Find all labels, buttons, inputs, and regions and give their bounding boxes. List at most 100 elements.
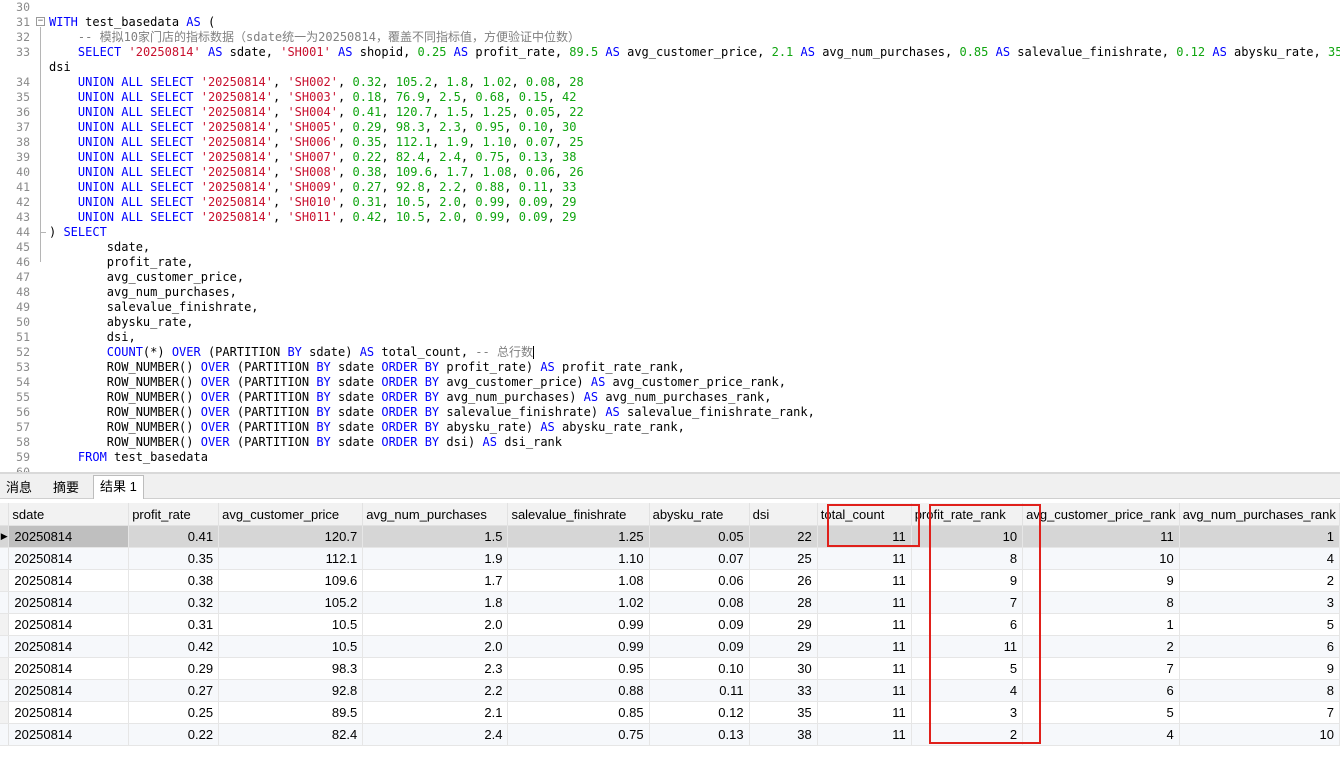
table-row[interactable]: 20250814 0.35 112.1 1.9 1.10 0.07 25 11 8 10 4 bbox=[0, 547, 1340, 570]
code-line[interactable]: 58 ROW_NUMBER() OVER (PARTITION BY sdate… bbox=[0, 435, 1340, 450]
table-cell[interactable]: 82.4 bbox=[218, 723, 364, 746]
table-cell[interactable]: 0.75 bbox=[507, 723, 650, 746]
code-line[interactable]: 53 ROW_NUMBER() OVER (PARTITION BY sdate… bbox=[0, 360, 1340, 375]
table-cell[interactable]: 7 bbox=[911, 591, 1024, 614]
table-cell[interactable]: 20250814 bbox=[8, 723, 130, 746]
table-cell[interactable]: 105.2 bbox=[218, 591, 364, 614]
table-cell[interactable]: 20250814 bbox=[8, 547, 130, 570]
row-header[interactable] bbox=[0, 701, 10, 724]
column-header-dsi[interactable]: dsi bbox=[749, 503, 818, 526]
code-line[interactable]: 39 UNION ALL SELECT '20250814', 'SH007',… bbox=[0, 150, 1340, 165]
table-cell[interactable]: 0.05 bbox=[649, 525, 750, 548]
table-row[interactable]: ▶ 20250814 0.41 120.7 1.5 1.25 0.05 22 11 10 11 1 bbox=[0, 525, 1340, 548]
table-cell[interactable]: 9 bbox=[1179, 657, 1340, 680]
code-line[interactable]: 45 sdate, bbox=[0, 240, 1340, 255]
code-line[interactable]: 36 UNION ALL SELECT '20250814', 'SH004',… bbox=[0, 105, 1340, 120]
code-line[interactable]: 60 bbox=[0, 465, 1340, 472]
table-cell[interactable]: 1.5 bbox=[362, 525, 509, 548]
table-cell[interactable]: 1.7 bbox=[362, 569, 509, 592]
table-cell[interactable]: 1.08 bbox=[507, 569, 650, 592]
table-cell[interactable]: 9 bbox=[911, 569, 1024, 592]
table-cell[interactable]: 2 bbox=[911, 723, 1024, 746]
table-row[interactable]: 20250814 0.25 89.5 2.1 0.85 0.12 35 11 3 5 7 bbox=[0, 701, 1340, 724]
table-cell[interactable]: 3 bbox=[911, 701, 1024, 724]
table-cell[interactable]: 0.10 bbox=[649, 657, 750, 680]
row-header[interactable] bbox=[0, 679, 10, 702]
row-header[interactable] bbox=[0, 569, 10, 592]
table-cell[interactable]: 1.10 bbox=[507, 547, 650, 570]
table-cell[interactable]: 0.99 bbox=[507, 613, 650, 636]
fold-toggle-icon[interactable]: − bbox=[36, 17, 45, 26]
table-cell[interactable]: 2 bbox=[1022, 635, 1180, 658]
code-line[interactable]: 49 salevalue_finishrate, bbox=[0, 300, 1340, 315]
table-cell[interactable]: 11 bbox=[817, 679, 912, 702]
table-cell[interactable]: 98.3 bbox=[218, 657, 364, 680]
table-cell[interactable]: 20250814 bbox=[8, 613, 130, 636]
table-cell[interactable]: 1 bbox=[1179, 525, 1340, 548]
table-cell[interactable]: 10.5 bbox=[218, 613, 364, 636]
code-line[interactable]: 35 UNION ALL SELECT '20250814', 'SH003',… bbox=[0, 90, 1340, 105]
table-cell[interactable]: 11 bbox=[817, 635, 912, 658]
code-line[interactable]: 56 ROW_NUMBER() OVER (PARTITION BY sdate… bbox=[0, 405, 1340, 420]
table-cell[interactable]: 109.6 bbox=[218, 569, 364, 592]
table-row[interactable]: 20250814 0.22 82.4 2.4 0.75 0.13 38 11 2 4 10 bbox=[0, 723, 1340, 746]
table-cell[interactable]: 0.41 bbox=[128, 525, 220, 548]
table-cell[interactable]: 11 bbox=[817, 591, 912, 614]
table-cell[interactable]: 0.95 bbox=[507, 657, 650, 680]
row-header[interactable] bbox=[0, 613, 10, 636]
code-line[interactable]: 43 UNION ALL SELECT '20250814', 'SH011',… bbox=[0, 210, 1340, 225]
table-cell[interactable]: 33 bbox=[749, 679, 818, 702]
table-cell[interactable]: 4 bbox=[1022, 723, 1180, 746]
table-cell[interactable]: 0.07 bbox=[649, 547, 750, 570]
table-cell[interactable]: 2.0 bbox=[362, 613, 509, 636]
table-cell[interactable]: 1 bbox=[1022, 613, 1180, 636]
code-line[interactable]: 41 UNION ALL SELECT '20250814', 'SH009',… bbox=[0, 180, 1340, 195]
code-line[interactable]: 37 UNION ALL SELECT '20250814', 'SH005',… bbox=[0, 120, 1340, 135]
code-line[interactable]: 30 bbox=[0, 0, 1340, 15]
table-cell[interactable]: 6 bbox=[1179, 635, 1340, 658]
table-cell[interactable]: 1.02 bbox=[507, 591, 650, 614]
table-cell[interactable]: 0.09 bbox=[649, 635, 750, 658]
table-cell[interactable]: 11 bbox=[817, 723, 912, 746]
table-cell[interactable]: 7 bbox=[1179, 701, 1340, 724]
table-cell[interactable]: 4 bbox=[1179, 547, 1340, 570]
table-cell[interactable]: 6 bbox=[1022, 679, 1180, 702]
code-line[interactable]: 54 ROW_NUMBER() OVER (PARTITION BY sdate… bbox=[0, 375, 1340, 390]
column-header-avg-customer-price-rank[interactable]: avg_customer_price_rank bbox=[1022, 503, 1180, 526]
table-row[interactable]: 20250814 0.27 92.8 2.2 0.88 0.11 33 11 4 6 8 bbox=[0, 679, 1340, 702]
table-cell[interactable]: 11 bbox=[817, 569, 912, 592]
code-line[interactable]: 57 ROW_NUMBER() OVER (PARTITION BY sdate… bbox=[0, 420, 1340, 435]
table-cell[interactable]: 29 bbox=[749, 613, 818, 636]
table-cell[interactable]: 11 bbox=[911, 635, 1024, 658]
table-cell[interactable]: 0.06 bbox=[649, 569, 750, 592]
table-cell[interactable]: 0.11 bbox=[649, 679, 750, 702]
code-line[interactable]: 51 dsi, bbox=[0, 330, 1340, 345]
tab-messages[interactable]: 消息 bbox=[0, 477, 38, 498]
column-header-total-count[interactable]: total_count bbox=[817, 503, 912, 526]
table-row[interactable]: 20250814 0.42 10.5 2.0 0.99 0.09 29 11 11 2 6 bbox=[0, 635, 1340, 658]
table-cell[interactable]: 20250814 bbox=[8, 591, 130, 614]
table-cell[interactable]: 11 bbox=[817, 547, 912, 570]
code-line[interactable]: 44) SELECT bbox=[0, 225, 1340, 240]
table-row[interactable]: 20250814 0.38 109.6 1.7 1.08 0.06 26 11 9 9 2 bbox=[0, 569, 1340, 592]
table-cell[interactable]: 0.13 bbox=[649, 723, 750, 746]
table-cell[interactable]: 9 bbox=[1022, 569, 1180, 592]
sql-editor[interactable]: 30 31− WITH test_basedata AS (32 -- 模拟10家门… bbox=[0, 0, 1340, 472]
table-cell[interactable]: 92.8 bbox=[218, 679, 364, 702]
table-cell[interactable]: 2.2 bbox=[362, 679, 509, 702]
table-cell[interactable]: 22 bbox=[749, 525, 818, 548]
table-cell[interactable]: 0.85 bbox=[507, 701, 650, 724]
table-cell[interactable]: 0.27 bbox=[128, 679, 220, 702]
code-line[interactable]: 46 profit_rate, bbox=[0, 255, 1340, 270]
table-cell[interactable]: 20250814 bbox=[8, 635, 130, 658]
table-cell[interactable]: 28 bbox=[749, 591, 818, 614]
code-line[interactable]: 47 avg_customer_price, bbox=[0, 270, 1340, 285]
table-cell[interactable]: 5 bbox=[1179, 613, 1340, 636]
table-cell[interactable]: 1.9 bbox=[362, 547, 509, 570]
code-line[interactable]: 50 abysku_rate, bbox=[0, 315, 1340, 330]
code-line[interactable]: 42 UNION ALL SELECT '20250814', 'SH010',… bbox=[0, 195, 1340, 210]
table-cell[interactable]: 0.35 bbox=[128, 547, 220, 570]
table-cell[interactable]: 5 bbox=[1022, 701, 1180, 724]
column-header-salevalue-finishrate[interactable]: salevalue_finishrate bbox=[507, 503, 650, 526]
code-line[interactable]: 59 FROM test_basedata bbox=[0, 450, 1340, 465]
